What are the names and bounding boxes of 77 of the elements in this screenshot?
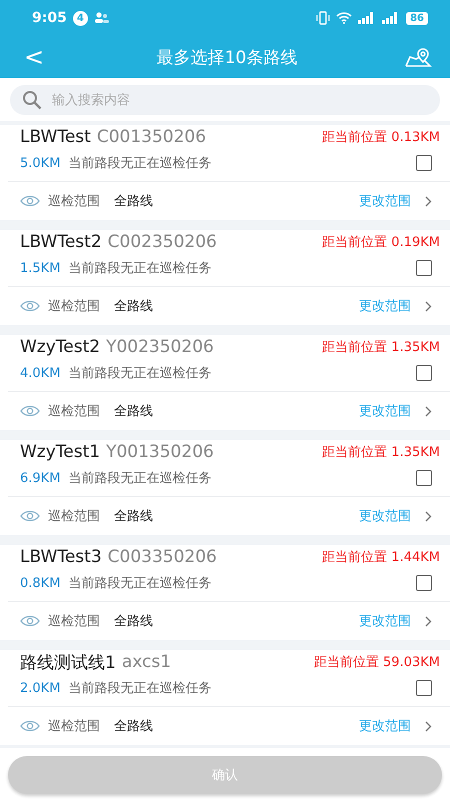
eye-icon <box>20 405 40 417</box>
task-status: 当前路段无正在巡检任务 <box>68 155 212 172</box>
range-label: 巡检范围 <box>48 298 100 315</box>
map-pin-icon[interactable] <box>404 46 432 68</box>
contacts-icon <box>94 12 110 24</box>
range-value: 全路线 <box>114 298 154 315</box>
range-label: 巡检范围 <box>48 403 100 420</box>
back-button[interactable]: < <box>18 45 50 69</box>
route-length: 0.8KM <box>20 576 60 590</box>
chevron-right-icon[interactable] <box>425 196 432 206</box>
range-label: 巡检范围 <box>48 718 100 735</box>
change-range-link[interactable]: 更改范围 <box>359 192 411 210</box>
route-code: Y002350206 <box>106 337 215 357</box>
route-name: 路线测试线1 <box>20 652 116 674</box>
vibrate-icon <box>316 11 330 25</box>
route-checkbox[interactable] <box>416 575 432 591</box>
route-distance: 距当前位置 1.35KM <box>322 339 440 356</box>
battery-level: 86 <box>406 12 428 24</box>
route-distance: 距当前位置 59.03KM <box>314 654 440 671</box>
route-name: LBWTest2 <box>20 232 102 252</box>
task-status: 当前路段无正在巡检任务 <box>68 470 212 487</box>
route-length: 4.0KM <box>20 366 60 380</box>
route-code: C002350206 <box>108 232 218 252</box>
route-length: 5.0KM <box>20 156 60 170</box>
eye-icon <box>20 195 40 207</box>
route-checkbox[interactable] <box>416 365 432 381</box>
change-range-link[interactable]: 更改范围 <box>359 297 411 315</box>
notification-badge: 4 <box>72 10 88 26</box>
status-time: 9:05 <box>32 10 67 26</box>
chevron-right-icon[interactable] <box>425 510 432 522</box>
task-status: 当前路段无正在巡检任务 <box>68 575 212 592</box>
chevron-right-icon[interactable] <box>425 720 432 732</box>
range-value: 全路线 <box>114 193 154 210</box>
page-title: 最多选择10条路线 <box>156 46 298 68</box>
route-checkbox[interactable] <box>416 680 432 696</box>
range-value: 全路线 <box>114 613 154 630</box>
route-name: WzyTest2 <box>20 337 100 357</box>
range-value: 全路线 <box>114 718 154 735</box>
change-range-link[interactable]: 更改范围 <box>359 507 411 525</box>
route-length: 6.9KM <box>20 470 60 486</box>
route-checkbox[interactable] <box>416 155 432 171</box>
chevron-right-icon[interactable] <box>425 616 432 626</box>
range-label: 巡检范围 <box>48 193 100 210</box>
route-code: C001350206 <box>96 127 208 147</box>
wifi-icon <box>336 12 352 24</box>
route-checkbox[interactable] <box>416 470 432 486</box>
range-label: 巡检范围 <box>48 508 100 525</box>
eye-icon <box>20 615 40 627</box>
route-distance: 距当前位置 0.13KM <box>322 129 440 146</box>
route-name: WzyTest1 <box>20 442 100 462</box>
change-range-link[interactable]: 更改范围 <box>359 717 411 735</box>
route-length: 1.5KM <box>20 260 60 276</box>
eye-icon <box>20 300 40 312</box>
route-distance: 距当前位置 1.35KM <box>322 444 440 461</box>
chevron-right-icon[interactable] <box>425 406 432 416</box>
task-status: 当前路段无正在巡检任务 <box>68 365 212 382</box>
task-status: 当前路段无正在巡检任务 <box>68 680 212 697</box>
range-value: 全路线 <box>114 508 154 525</box>
change-range-link[interactable]: 更改范围 <box>359 402 411 420</box>
task-status: 当前路段无正在巡检任务 <box>68 260 212 277</box>
range-value: 全路线 <box>114 403 154 420</box>
chevron-right-icon[interactable] <box>425 300 432 312</box>
route-distance: 距当前位置 1.44KM <box>322 549 440 566</box>
route-length: 2.0KM <box>20 680 60 696</box>
route-code: axcs1 <box>122 652 172 672</box>
eye-icon <box>20 510 40 522</box>
route-code: Y001350206 <box>106 442 215 462</box>
change-range-link[interactable]: 更改范围 <box>359 612 411 630</box>
route-checkbox[interactable] <box>416 260 432 276</box>
route-name: LBWTest <box>20 127 91 147</box>
eye-icon <box>20 720 40 732</box>
search-field[interactable]: 输入搜索内容 <box>10 85 440 115</box>
search-icon <box>22 90 42 110</box>
route-distance: 距当前位置 0.19KM <box>322 234 440 251</box>
route-code: C003350206 <box>108 547 218 567</box>
range-label: 巡检范围 <box>48 613 100 630</box>
route-name: LBWTest3 <box>20 547 102 567</box>
